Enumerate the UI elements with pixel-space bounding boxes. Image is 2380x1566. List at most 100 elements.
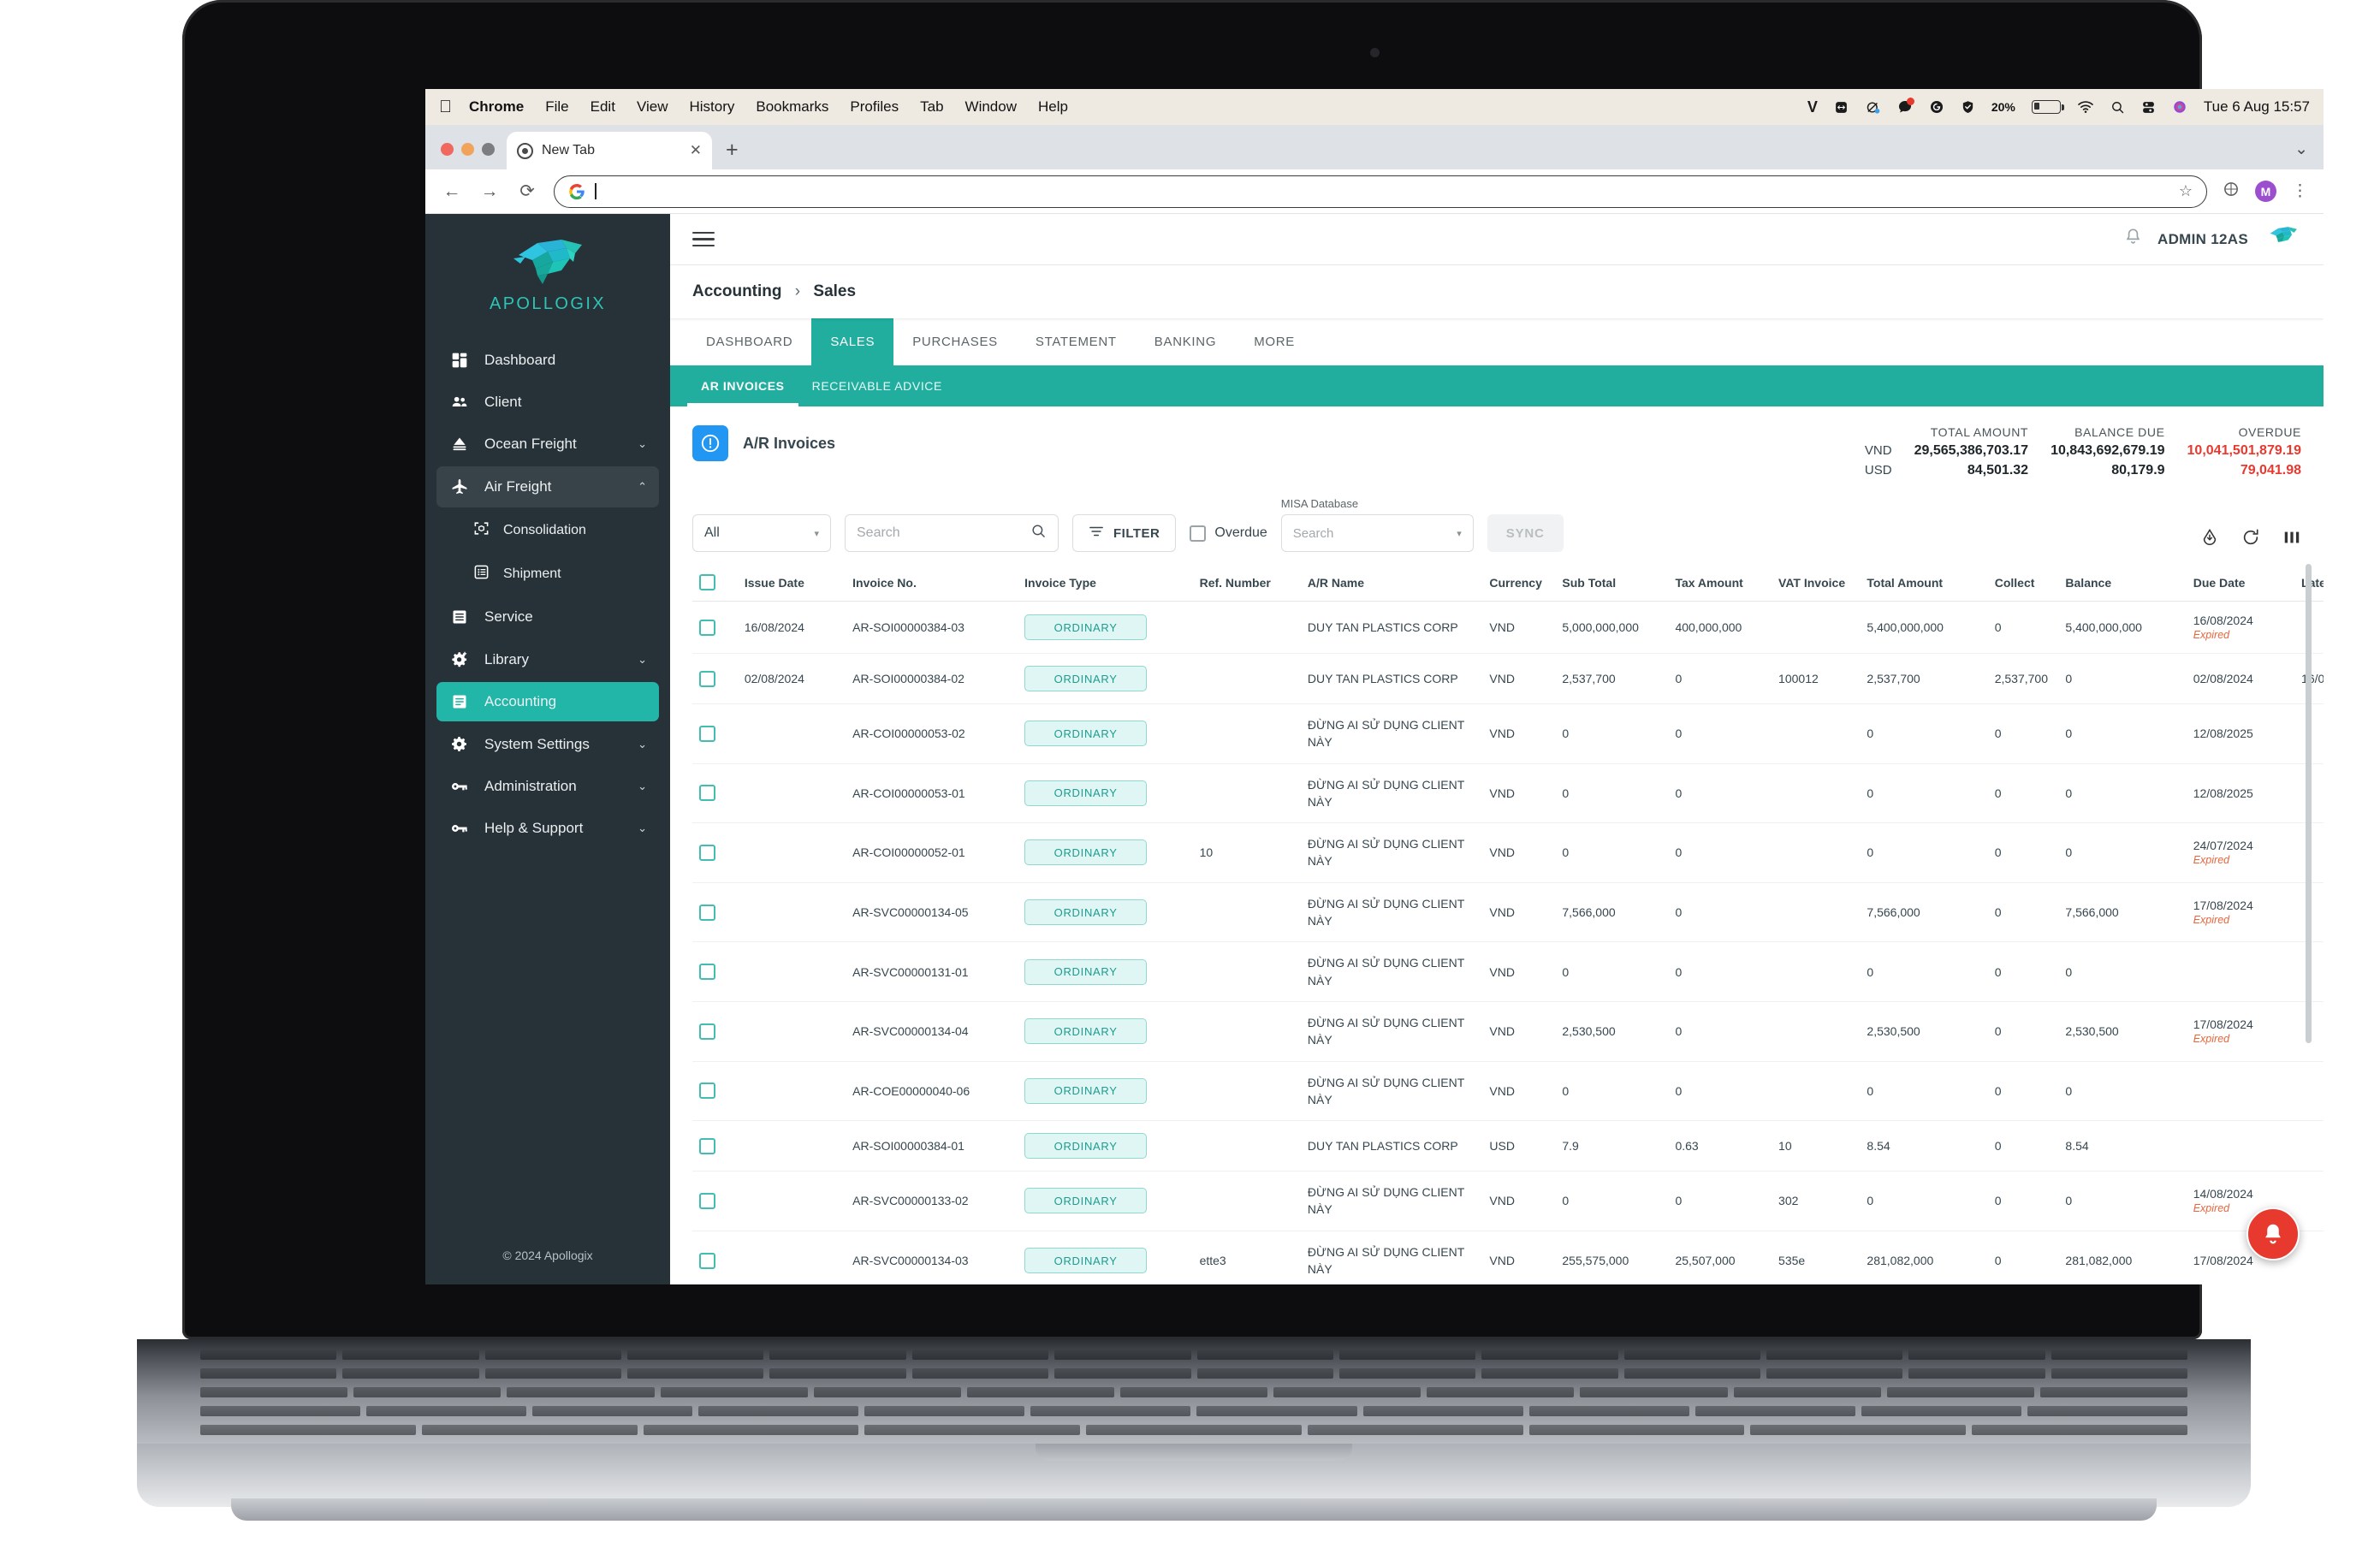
- scope-select[interactable]: All ▾: [692, 514, 831, 552]
- tab-banking[interactable]: BANKING: [1136, 318, 1235, 365]
- cell-invoice-no[interactable]: AR-SVC00000133-02: [846, 1171, 1018, 1231]
- new-tab-button[interactable]: +: [726, 139, 739, 161]
- row-checkbox[interactable]: [699, 1137, 715, 1154]
- kebab-menu-icon[interactable]: ⋮: [2292, 181, 2308, 201]
- cell-invoice-no[interactable]: AR-COE00000040-06: [846, 1061, 1018, 1122]
- col-collect[interactable]: Collect: [1987, 564, 2059, 602]
- row-checkbox-cell[interactable]: [692, 653, 738, 704]
- sidebar-item-library[interactable]: Library ⌄: [436, 639, 659, 679]
- sidebar-item-service[interactable]: Service: [436, 597, 659, 637]
- menu-chrome[interactable]: Chrome: [469, 98, 524, 116]
- close-tab-icon[interactable]: ✕: [690, 142, 702, 159]
- menu-view[interactable]: View: [637, 98, 668, 116]
- col-tax-amount[interactable]: Tax Amount: [1668, 564, 1772, 602]
- menu-profiles[interactable]: Profiles: [850, 98, 899, 116]
- cell-invoice-no[interactable]: AR-SOI00000384-03: [846, 601, 1018, 654]
- close-window-button[interactable]: [441, 143, 454, 156]
- info-exclamation-icon[interactable]: [692, 425, 728, 461]
- table-row[interactable]: AR-SOI00000384-01 ORDINARY DUY TAN PLASTIC…: [692, 1120, 2324, 1172]
- address-bar[interactable]: ☆: [554, 175, 2207, 208]
- row-checkbox[interactable]: [699, 1083, 715, 1100]
- siri-icon[interactable]: [2172, 99, 2187, 115]
- menu-bookmarks[interactable]: Bookmarks: [756, 98, 828, 116]
- refresh-icon[interactable]: [2241, 528, 2260, 547]
- row-checkbox-cell[interactable]: [692, 1120, 738, 1172]
- menu-window[interactable]: Window: [965, 98, 1017, 116]
- cell-invoice-no[interactable]: AR-SOI00000384-02: [846, 653, 1018, 704]
- subtab-ar-invoices[interactable]: AR INVOICES: [687, 365, 798, 406]
- col-total-amount[interactable]: Total Amount: [1860, 564, 1988, 602]
- overdue-checkbox[interactable]: [1190, 525, 1207, 542]
- col-due-date[interactable]: Due Date: [2186, 564, 2295, 602]
- apple-icon[interactable]: : [439, 98, 452, 116]
- row-checkbox[interactable]: [699, 964, 715, 981]
- sidebar-subitem-consolidation[interactable]: Consolidation: [465, 510, 659, 551]
- sync-button[interactable]: SYNC: [1487, 514, 1564, 552]
- wifi-icon[interactable]: [2077, 100, 2094, 114]
- table-row[interactable]: AR-SVC00000134-05 ORDINARY ĐỪNG AI SỬ DỤNG…: [692, 882, 2324, 943]
- row-checkbox[interactable]: [699, 844, 715, 861]
- table-row[interactable]: AR-COE00000040-06 ORDINARY ĐỪNG AI SỬ DỤNG…: [692, 1061, 2324, 1122]
- tab-sales[interactable]: SALES: [811, 318, 894, 365]
- tab-search-chevron-icon[interactable]: ⌄: [2294, 139, 2324, 169]
- battery-icon[interactable]: [2031, 100, 2064, 114]
- col-currency[interactable]: Currency: [1482, 564, 1556, 602]
- camera-off-icon[interactable]: [1865, 100, 1881, 115]
- hamburger-menu-icon[interactable]: [692, 231, 715, 247]
- tab-more[interactable]: MORE: [1235, 318, 1314, 365]
- row-checkbox[interactable]: [699, 670, 715, 687]
- col-vat-invoice[interactable]: VAT Invoice: [1772, 564, 1861, 602]
- expand-icon[interactable]: [1834, 100, 1849, 115]
- sidebar-logo[interactable]: APOLLOGIX: [425, 214, 670, 331]
- control-center-icon[interactable]: [2141, 100, 2156, 115]
- maximize-window-button[interactable]: [482, 143, 495, 156]
- tab-statement[interactable]: STATEMENT: [1017, 318, 1136, 365]
- row-checkbox[interactable]: [699, 1192, 715, 1209]
- menu-edit[interactable]: Edit: [591, 98, 615, 116]
- select-all-cell[interactable]: [692, 564, 738, 602]
- sidebar-item-accounting[interactable]: Accounting: [436, 682, 659, 721]
- row-checkbox-cell[interactable]: [692, 822, 738, 883]
- tab-purchases[interactable]: PURCHASES: [893, 318, 1017, 365]
- col-ar-name[interactable]: A/R Name: [1300, 564, 1483, 602]
- row-checkbox[interactable]: [699, 1023, 715, 1040]
- row-checkbox-cell[interactable]: [692, 882, 738, 943]
- cell-invoice-no[interactable]: AR-SVC00000131-01: [846, 941, 1018, 1002]
- download-icon[interactable]: [2200, 528, 2219, 547]
- row-checkbox[interactable]: [699, 619, 715, 636]
- sidebar-item-ocean-freight[interactable]: Ocean Freight ⌄: [436, 424, 659, 464]
- misa-database-select[interactable]: Search ▾: [1280, 514, 1474, 552]
- grammarly-icon[interactable]: [1929, 99, 1944, 115]
- row-checkbox[interactable]: [699, 1252, 715, 1269]
- cell-invoice-no[interactable]: AR-COI00000053-01: [846, 763, 1018, 824]
- search-input[interactable]: Search: [845, 514, 1059, 552]
- back-arrow-icon[interactable]: ←: [441, 181, 463, 202]
- row-checkbox[interactable]: [699, 904, 715, 921]
- notification-bell-icon[interactable]: [2124, 228, 2142, 251]
- row-checkbox[interactable]: [699, 785, 715, 802]
- table-row[interactable]: AR-SVC00000133-02 ORDINARY ĐỪNG AI SỬ DỤNG…: [692, 1171, 2324, 1231]
- menu-tab[interactable]: Tab: [920, 98, 943, 116]
- messages-icon[interactable]: [1897, 98, 1914, 115]
- row-checkbox-cell[interactable]: [692, 1171, 738, 1231]
- cell-invoice-no[interactable]: AR-COI00000052-01: [846, 822, 1018, 883]
- breadcrumb-root[interactable]: Accounting: [692, 282, 782, 300]
- row-checkbox-cell[interactable]: [692, 1001, 738, 1062]
- profile-avatar[interactable]: M: [2255, 181, 2276, 202]
- cell-invoice-no[interactable]: AR-SVC00000134-05: [846, 882, 1018, 943]
- user-name[interactable]: ADMIN 12AS: [2157, 231, 2248, 248]
- search-icon[interactable]: [1030, 523, 1047, 543]
- spotlight-search-icon[interactable]: [2110, 100, 2125, 115]
- col-invoice-no[interactable]: Invoice No.: [846, 564, 1018, 602]
- notification-fab-button[interactable]: [2246, 1207, 2300, 1261]
- cell-invoice-no[interactable]: AR-SVC00000134-03: [846, 1231, 1018, 1284]
- table-row[interactable]: AR-SVC00000134-04 ORDINARY ĐỪNG AI SỬ DỤNG…: [692, 1001, 2324, 1062]
- menu-help[interactable]: Help: [1038, 98, 1068, 116]
- v-letter-icon[interactable]: V: [1807, 99, 1818, 115]
- cell-invoice-no[interactable]: AR-SVC00000134-04: [846, 1001, 1018, 1062]
- row-checkbox-cell[interactable]: [692, 1061, 738, 1122]
- tab-dashboard[interactable]: DASHBOARD: [687, 318, 811, 365]
- menu-history[interactable]: History: [689, 98, 734, 116]
- star-icon[interactable]: ☆: [2179, 182, 2193, 200]
- table-row[interactable]: 16/08/2024 AR-SOI00000384-03 ORDINARY DUY T…: [692, 601, 2324, 654]
